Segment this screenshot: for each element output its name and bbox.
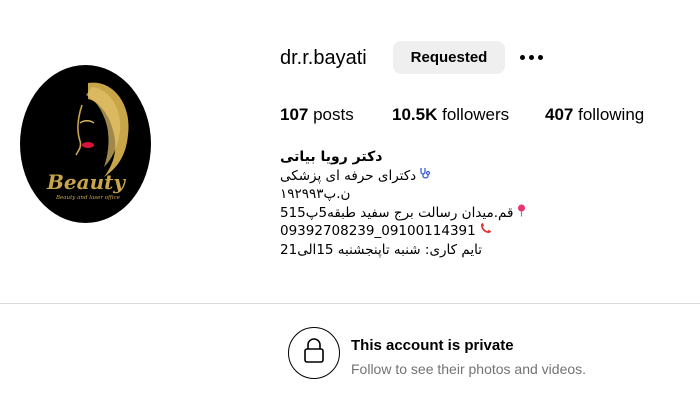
following-label: following (573, 105, 645, 124)
private-lock-badge (288, 327, 340, 379)
posts-label: posts (308, 105, 354, 124)
bio-line-2-text: ن.پ۱۹۲۹۹۳ (280, 186, 351, 202)
bio-line-4-text: 09392708239_09100114391 (280, 223, 476, 239)
private-account-title: This account is private (351, 337, 514, 354)
beauty-logo: Beauty Beauty and laser office (46, 82, 129, 201)
bio-name: دکتر رویا بیاتی (280, 149, 383, 165)
bio-line-3-text: قم.میدان رسالت برج سفید طبقه5پ515 (280, 204, 514, 221)
private-account-subtitle: Follow to see their photos and videos. (351, 361, 587, 377)
username: dr.r.bayati (280, 47, 367, 69)
location-pin-icon (516, 204, 527, 223)
stethoscope-icon (419, 167, 432, 186)
requested-button[interactable]: Requested (393, 41, 505, 74)
logo-lips (82, 142, 94, 148)
followers-count: 10.5K (392, 105, 438, 124)
bio-line-2: ن.پ۱۹۲۹۹۳ (280, 185, 580, 204)
lock-icon (303, 337, 325, 369)
profile-bio: دکتر رویا بیاتی دکترای حرفه ای پزشکی ن.پ… (280, 148, 580, 259)
followers-stat[interactable]: 10.5K followers (392, 104, 509, 126)
followers-label: followers (437, 105, 510, 124)
bio-line-3: قم.میدان رسالت برج سفید طبقه5پ515 (280, 204, 580, 223)
logo-text: Beauty (46, 170, 126, 194)
following-stat[interactable]: 407 following (545, 104, 644, 126)
bio-line-5: تایم کاری: شنبه تاپنجشنبه 15الی21 (280, 241, 580, 260)
posts-count: 107 (280, 105, 309, 124)
more-options-button[interactable] (516, 44, 546, 70)
section-divider (0, 303, 700, 304)
logo-face-outline (75, 104, 83, 156)
bio-line-5-text: تایم کاری: شنبه تاپنجشنبه 15الی21 (280, 241, 482, 258)
bio-line-1-text: دکترای حرفه ای پزشکی (280, 167, 417, 184)
posts-stat: 107 posts (280, 104, 354, 126)
logo-subtext: Beauty and laser office (55, 195, 121, 201)
more-options-icon (516, 44, 546, 70)
bio-line-1: دکترای حرفه ای پزشکی (280, 167, 580, 186)
following-count: 407 (545, 105, 574, 124)
bio-name-line: دکتر رویا بیاتی (280, 148, 580, 167)
logo-eye (79, 120, 95, 124)
phone-icon (479, 222, 492, 241)
bio-line-4: 09392708239_09100114391 (280, 222, 580, 241)
profile-avatar[interactable]: Beauty Beauty and laser office (20, 65, 151, 223)
